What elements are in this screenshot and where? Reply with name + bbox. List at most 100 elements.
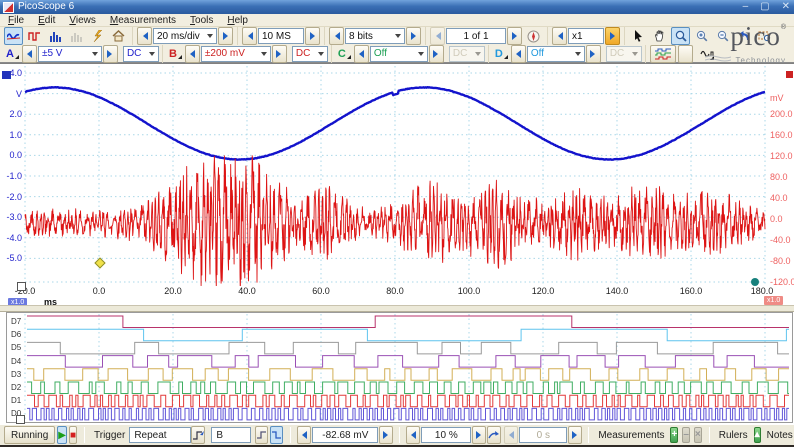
digital-channels-button[interactable] [650,45,676,63]
digital-axis-handle[interactable] [16,415,25,424]
channel-b-menu[interactable]: B [169,48,182,60]
rising-edge-button[interactable] [255,426,268,444]
trigger-mode-select[interactable]: Repeat [129,427,191,443]
menu-tools[interactable]: Tools [190,15,213,26]
left-axis-tick: -3.0 [0,212,22,222]
trigger-level-down-button[interactable] [297,426,311,444]
delay-up-button[interactable] [568,426,582,444]
channel-a-menu[interactable]: A [6,48,19,60]
channel-d-range-select[interactable]: Off [527,46,585,62]
channels-toolbar: A ±5 V DC B ±200 mV DC C Off DC [0,45,794,63]
pretrigger-down-button[interactable] [406,426,420,444]
channel-c-range-up-button[interactable] [429,45,444,63]
trigger-level-up-button[interactable] [379,426,393,444]
channel-d-range-down-button[interactable] [511,45,526,63]
timebase-select[interactable]: 20 ms/div [153,28,217,44]
trigger-time-reference-button[interactable] [487,426,501,444]
dropdown-arrow-icon [632,52,638,59]
probe-wizard-button[interactable] [88,27,107,45]
running-button[interactable]: Running [4,426,55,444]
channel-a-coupling-select[interactable]: DC [123,46,159,62]
falling-edge-button[interactable] [270,426,283,444]
digital-panel[interactable]: D7D6D5D4D3D2D1D0 [0,312,794,424]
menu-views[interactable]: Views [69,15,96,26]
corner-arrow-icon [504,55,508,59]
hand-tool-button[interactable] [650,27,669,45]
channel-a-range-up-button[interactable] [103,45,118,63]
x-axis-tick: 180.0 [742,286,782,296]
digital-axis-marker[interactable] [751,278,759,286]
right-axis-tick: -80.0 [770,256,794,266]
trigger-level-field[interactable]: -82.68 mV [312,427,378,443]
window-title: PicoScope 6 [18,2,74,12]
buffer-navigator-button[interactable] [524,27,543,45]
channel-a-axis-handle[interactable] [2,71,11,79]
right-axis-tick: mV [770,93,794,103]
resolution-increase-button[interactable] [406,27,421,45]
left-axis-tick: 0.0 [0,150,22,160]
channel-b-range-down-button[interactable] [185,45,200,63]
channel-a-range-select[interactable]: ±5 V [38,46,102,62]
scope-view-button[interactable] [4,27,23,45]
home-button[interactable] [109,27,128,45]
minimize-button[interactable]: – [743,2,749,12]
channel-b-range-up-button[interactable] [272,45,287,63]
channel-b-range-select[interactable]: ±200 mV [201,46,271,62]
channel-c-range-down-button[interactable] [354,45,369,63]
close-button[interactable]: ✕ [782,2,790,12]
channel-c-menu[interactable]: C [338,48,351,60]
persistence-view-button[interactable] [25,27,44,45]
spectrum-view-button[interactable] [46,27,65,45]
stop-capture-button[interactable]: ■ [69,426,77,444]
zoom-factor-field[interactable]: x1 [568,28,604,44]
buffer-field[interactable]: 1 of 1 [446,28,506,44]
pretrigger-field[interactable]: 10 % [421,427,471,443]
zoom-factor-decrease-button[interactable] [552,27,567,45]
zoom-tool-button[interactable] [671,27,690,45]
x-axis-handle[interactable] [17,282,26,291]
zoom-factor-increase-button[interactable] [605,27,620,45]
channel-c-range-select[interactable]: Off [370,46,428,62]
left-axis-tick: 2.0 [0,109,22,119]
resolution-decrease-button[interactable] [329,27,344,45]
pretrigger-up-button[interactable] [472,426,486,444]
channel-b-coupling-select[interactable]: DC [292,46,328,62]
channel-a-range-down-button[interactable] [22,45,37,63]
samples-field[interactable]: 10 MS [258,28,304,44]
resolution-select[interactable]: 8 bits [345,28,405,44]
delay-field: 0 s [519,427,567,443]
rising-edge-icon [256,430,267,440]
maximize-button[interactable]: ▢ [760,2,769,12]
normal-selection-tool-button[interactable] [629,27,648,45]
start-capture-button[interactable]: ▶ [57,426,67,444]
channel-b-axis-handle[interactable] [786,71,793,78]
digital-waveform-canvas [0,312,794,424]
corner-arrow-icon [15,55,19,59]
picoscope-window: PicoScope 6 – ▢ ✕ File Edit Views Measur… [0,0,794,447]
digital-channel-label: D7 [11,317,21,326]
channel-d-menu[interactable]: D [495,48,508,60]
digital-channels-dropdown-button[interactable] [678,45,693,63]
menu-measurements[interactable]: Measurements [110,15,176,26]
panel-separator[interactable] [0,305,794,312]
left-axis-tick: -5.0 [0,253,22,263]
timebase-prev-button[interactable] [137,27,152,45]
rulers-toggle-button[interactable]: ▴ [754,427,761,443]
samples-decrease-button[interactable] [242,27,257,45]
buffer-next-button[interactable] [507,27,522,45]
scope-plot-area[interactable]: 4.0V2.01.00.0-1.0-2.0-3.0-4.0-5.0mV200.0… [0,63,794,305]
digital-channel-label: D6 [11,330,21,339]
timebase-next-button[interactable] [218,27,233,45]
add-measurement-button[interactable]: + [670,427,678,443]
x-axis-tick: 40.0 [227,286,267,296]
dropdown-arrow-icon [318,52,324,59]
dropdown-arrow-icon [92,52,98,59]
menu-edit[interactable]: Edit [38,15,55,26]
trigger-source-select[interactable]: B [211,427,251,443]
samples-increase-button[interactable] [305,27,320,45]
advanced-trigger-button[interactable] [191,426,205,444]
buffer-prev-button[interactable] [430,27,445,45]
menu-help[interactable]: Help [227,15,248,26]
channel-d-range-up-button[interactable] [586,45,601,63]
menu-file[interactable]: File [8,15,24,26]
